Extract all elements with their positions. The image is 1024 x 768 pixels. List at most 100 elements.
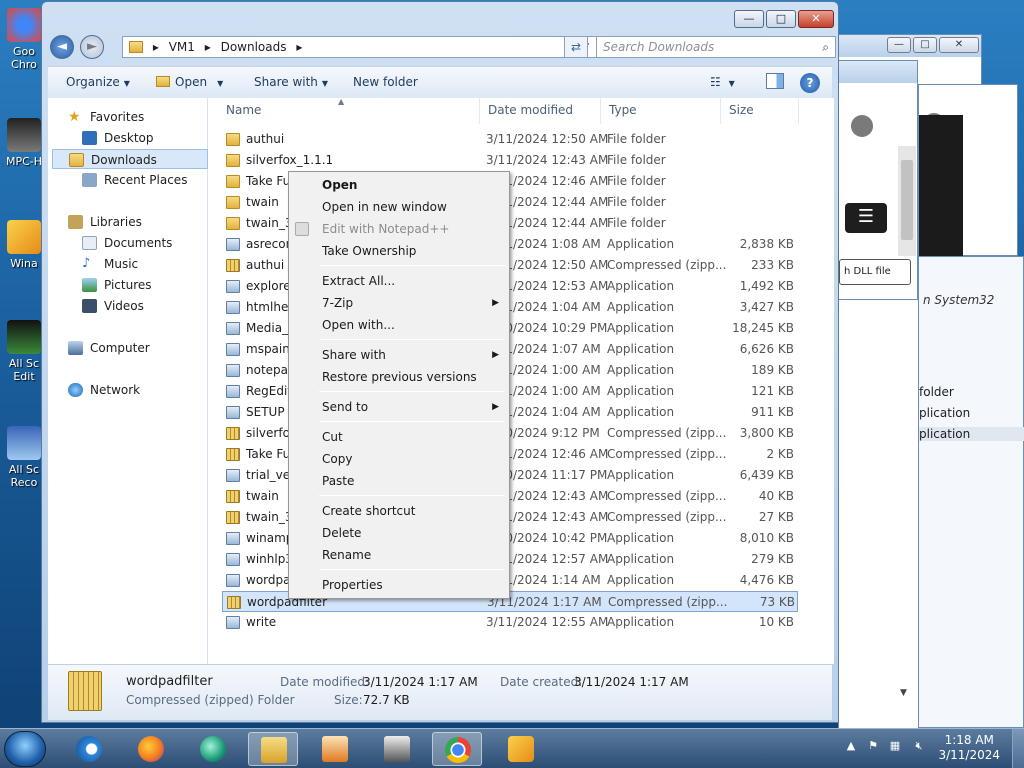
search-icon[interactable]: ⌕ <box>822 37 829 57</box>
nav-computer[interactable]: Computer <box>66 338 150 358</box>
forward-button[interactable]: ► <box>80 35 104 59</box>
new-folder-button[interactable]: New folder <box>353 75 418 89</box>
clock[interactable]: 1:18 AM 3/11/2024 <box>938 733 1000 763</box>
nav-desktop[interactable]: Desktop <box>80 128 154 148</box>
share-with-button[interactable]: Share with ▼ <box>254 75 328 89</box>
menu-item-rename[interactable]: Rename <box>291 544 507 566</box>
search-input[interactable]: Search Downloads ⌕ <box>596 36 836 58</box>
open-button[interactable]: Open ▼ <box>156 75 223 89</box>
file-row[interactable]: authui 3/11/2024 12:50 AM File folder <box>222 129 798 150</box>
application-icon <box>226 553 240 566</box>
organize-button[interactable]: Organize ▼ <box>66 75 130 89</box>
background-window-titlebar[interactable]: — □ ✕ <box>839 35 981 57</box>
details-created-label: Date created: <box>500 675 583 689</box>
avatar[interactable] <box>851 115 873 137</box>
desktop-icon-3[interactable]: All Sc Edit <box>2 320 46 383</box>
nav-favorites[interactable]: ★ Favorites <box>66 107 144 127</box>
scrollbar[interactable] <box>898 146 916 256</box>
nav-downloads[interactable]: Downloads <box>52 149 208 169</box>
show-desktop-button[interactable] <box>1012 729 1024 768</box>
show-hidden-icons-icon[interactable]: ▲ <box>844 739 858 753</box>
desktop-icon-0[interactable]: Goo Chro <box>2 8 46 71</box>
action-center-flag-icon[interactable]: ⚑ <box>866 739 880 753</box>
breadcrumb-separator[interactable]: ▸ <box>296 40 302 54</box>
taskbar-firefox[interactable] <box>126 732 176 766</box>
folder-icon <box>226 133 240 146</box>
window-caption[interactable]: — □ ✕ <box>42 2 838 30</box>
file-name: silverfox_1.1.1 <box>246 153 334 167</box>
taskbar-media-player[interactable] <box>310 732 360 766</box>
menu-item-properties[interactable]: Properties <box>291 574 507 596</box>
help-icon[interactable]: ? <box>800 73 820 93</box>
dll-file-chip[interactable]: h DLL file <box>839 259 911 285</box>
menu-item-paste[interactable]: Paste <box>291 470 507 492</box>
menu-item-open-with[interactable]: Open with... <box>291 314 507 336</box>
close-button[interactable]: ✕ <box>798 10 834 28</box>
desktop-icon-1[interactable]: MPC-H <box>2 118 46 168</box>
menu-item-delete[interactable]: Delete <box>291 522 507 544</box>
menu-item-copy[interactable]: Copy <box>291 448 507 470</box>
menu-item-cut[interactable]: Cut <box>291 426 507 448</box>
taskbar-winamp[interactable] <box>496 732 546 766</box>
minimize-button[interactable]: — <box>734 10 764 28</box>
desktop-icon-2[interactable]: Wina <box>2 220 46 270</box>
background-window-4[interactable]: n System32 folder plication plication <box>918 256 1024 728</box>
nav-pictures[interactable]: Pictures <box>80 275 152 295</box>
list-item[interactable]: folder <box>919 385 954 399</box>
menu-item-extract-all[interactable]: Extract All... <box>291 270 507 292</box>
file-row[interactable]: silverfox_1.1.1 3/11/2024 12:43 AM File fo… <box>222 150 798 171</box>
menu-item-restore-previous-versions[interactable]: Restore previous versions <box>291 366 507 388</box>
nav-recent-places[interactable]: Recent Places <box>80 170 187 190</box>
maximize-button[interactable]: □ <box>766 10 796 28</box>
file-name: winhlp3 <box>246 552 293 566</box>
refresh-button[interactable]: ⇄ <box>564 36 588 58</box>
breadcrumb-vm1[interactable]: VM1 <box>169 40 195 54</box>
maximize-button[interactable]: □ <box>913 37 937 53</box>
menu-item-send-to[interactable]: Send to ▶ <box>291 396 507 418</box>
taskbar-mpc-321[interactable] <box>372 732 422 766</box>
taskbar-app-circle[interactable] <box>188 732 238 766</box>
view-options-icon[interactable]: ☷ ▼ <box>710 75 735 89</box>
nav-network[interactable]: Network <box>66 380 140 400</box>
nav-videos[interactable]: Videos <box>80 296 144 316</box>
desktop-icon-4[interactable]: All Sc Reco <box>2 426 46 489</box>
shortcut-icon <box>7 8 41 42</box>
menu-item-take-ownership[interactable]: Take Ownership <box>291 240 507 262</box>
nav-documents[interactable]: Documents <box>80 233 172 253</box>
nav-libraries[interactable]: Libraries <box>66 212 142 232</box>
list-item[interactable]: plication <box>919 427 1024 441</box>
background-window-3[interactable]: ⋮ <box>918 84 1018 257</box>
back-button[interactable]: ◄ <box>50 35 74 59</box>
start-button[interactable] <box>4 731 46 767</box>
column-header-name[interactable]: Name ▲ <box>218 97 480 124</box>
column-header-date[interactable]: Date modified <box>480 98 601 124</box>
menu-item-share-with[interactable]: Share with ▶ <box>291 344 507 366</box>
file-row[interactable]: write 3/11/2024 12:55 AM Application 10 KB <box>222 612 798 633</box>
menu-item-open-in-new-window[interactable]: Open in new window <box>291 196 507 218</box>
music-icon: ♪ <box>82 256 91 271</box>
column-header-size[interactable]: Size <box>721 98 799 124</box>
list-item[interactable]: plication <box>919 406 970 420</box>
menu-item-edit-with-notepad[interactable]: Edit with Notepad++ <box>291 218 507 240</box>
breadcrumb-separator[interactable]: ▸ <box>153 40 159 54</box>
taskbar-chrome[interactable] <box>432 732 482 766</box>
breadcrumb-separator[interactable]: ▸ <box>205 40 211 54</box>
preview-pane-icon[interactable] <box>766 73 784 89</box>
folder-icon <box>226 154 240 167</box>
menu-item-open[interactable]: Open <box>291 174 507 196</box>
minimize-button[interactable]: — <box>887 37 911 53</box>
taskbar-internet-explorer[interactable] <box>64 732 114 766</box>
network-icon[interactable]: ▦ <box>888 739 902 753</box>
background-window-titlebar[interactable] <box>839 61 917 83</box>
taskbar-file-explorer[interactable] <box>248 732 298 766</box>
close-button[interactable]: ✕ <box>939 37 979 53</box>
menu-button[interactable]: ☰ <box>845 203 887 233</box>
chevron-down-icon[interactable]: ▼ <box>900 688 907 698</box>
volume-muted-icon[interactable]: 🔇︎ <box>912 739 926 753</box>
menu-item-create-shortcut[interactable]: Create shortcut <box>291 500 507 522</box>
address-bar[interactable]: ▸ VM1 ▸ Downloads ▸ ▼ <box>122 36 602 58</box>
menu-item-7-zip[interactable]: 7-Zip ▶ <box>291 292 507 314</box>
nav-music[interactable]: ♪ Music <box>80 254 138 274</box>
column-header-type[interactable]: Type <box>601 98 721 124</box>
breadcrumb-downloads[interactable]: Downloads <box>221 40 287 54</box>
